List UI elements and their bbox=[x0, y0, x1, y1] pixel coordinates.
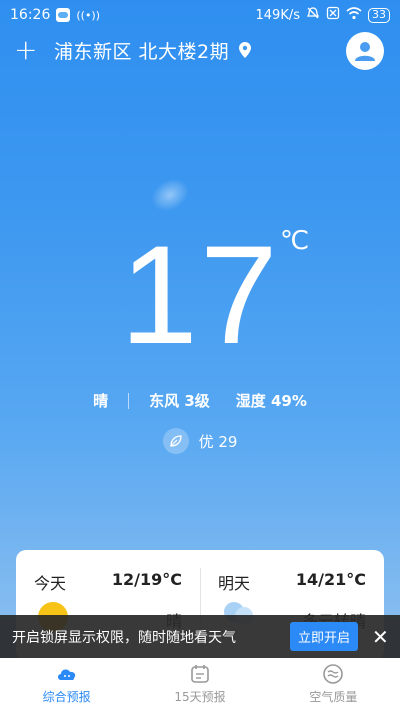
forecast-tomorrow-label: 明天 bbox=[218, 574, 251, 593]
forecast-today-label: 今天 bbox=[34, 574, 67, 593]
location-title[interactable]: 浦东新区 北大楼2期 bbox=[54, 37, 229, 64]
network-speed: 149K/s bbox=[255, 7, 301, 23]
condition-row: 晴 东风 3级 湿度 49% bbox=[0, 390, 400, 411]
status-left: 16:26 ((•)) bbox=[10, 7, 100, 23]
temperature-unit: ℃ bbox=[280, 226, 310, 256]
tab-air-quality[interactable]: 空气质量 bbox=[267, 658, 400, 710]
current-temperature: 17 bbox=[120, 216, 280, 373]
status-right: 149K/s 33 bbox=[255, 6, 390, 24]
humidity-info: 湿度 49% bbox=[235, 392, 307, 410]
status-bar: 16:26 ((•)) 149K/s 33 bbox=[0, 0, 400, 30]
lockscreen-banner: 开启锁屏显示权限，随时随地看天气 立即开启 ✕ bbox=[0, 615, 400, 658]
sky-glint bbox=[145, 172, 195, 218]
aqi-value: 优 29 bbox=[198, 432, 238, 451]
aqi-row[interactable]: 优 29 bbox=[0, 428, 400, 454]
tab-overview[interactable]: 综合预报 bbox=[0, 658, 133, 710]
mute-icon bbox=[306, 6, 320, 24]
header: + 浦东新区 北大楼2期 bbox=[0, 30, 400, 70]
sim-icon bbox=[326, 6, 340, 24]
enable-button[interactable]: 立即开启 bbox=[289, 622, 358, 651]
wifi-icon bbox=[346, 6, 362, 24]
close-icon[interactable]: ✕ bbox=[372, 625, 389, 649]
leaf-icon bbox=[162, 428, 189, 454]
weather-app-icon bbox=[56, 8, 71, 22]
wind-info: 东风 3级 bbox=[149, 392, 210, 410]
banner-text: 开启锁屏显示权限，随时随地看天气 bbox=[12, 629, 236, 646]
forecast-tomorrow-temp: 14/21°C bbox=[295, 570, 366, 589]
tab-overview-label: 综合预报 bbox=[42, 690, 91, 704]
tab-15-day-label: 15天预报 bbox=[174, 690, 226, 704]
location-pin-icon bbox=[239, 42, 252, 58]
forecast-today-temp: 12/19°C bbox=[111, 570, 182, 589]
bottom-nav: 综合预报 15天预报 空气质量 bbox=[0, 658, 400, 710]
battery-icon: 33 bbox=[368, 7, 390, 23]
add-city-icon[interactable]: + bbox=[14, 36, 38, 64]
cloud-face-icon bbox=[57, 669, 75, 680]
weather-condition: 晴 bbox=[93, 392, 109, 410]
radio-icon: ((•)) bbox=[76, 8, 101, 22]
user-icon bbox=[355, 42, 375, 61]
calendar-icon bbox=[191, 665, 209, 683]
status-time: 16:26 bbox=[10, 7, 51, 23]
tab-air-quality-label: 空气质量 bbox=[309, 690, 358, 704]
tab-15-day[interactable]: 15天预报 bbox=[133, 658, 266, 710]
avatar[interactable] bbox=[346, 32, 384, 70]
wind-icon bbox=[323, 664, 344, 684]
temperature-block: 17 ℃ bbox=[0, 220, 400, 370]
